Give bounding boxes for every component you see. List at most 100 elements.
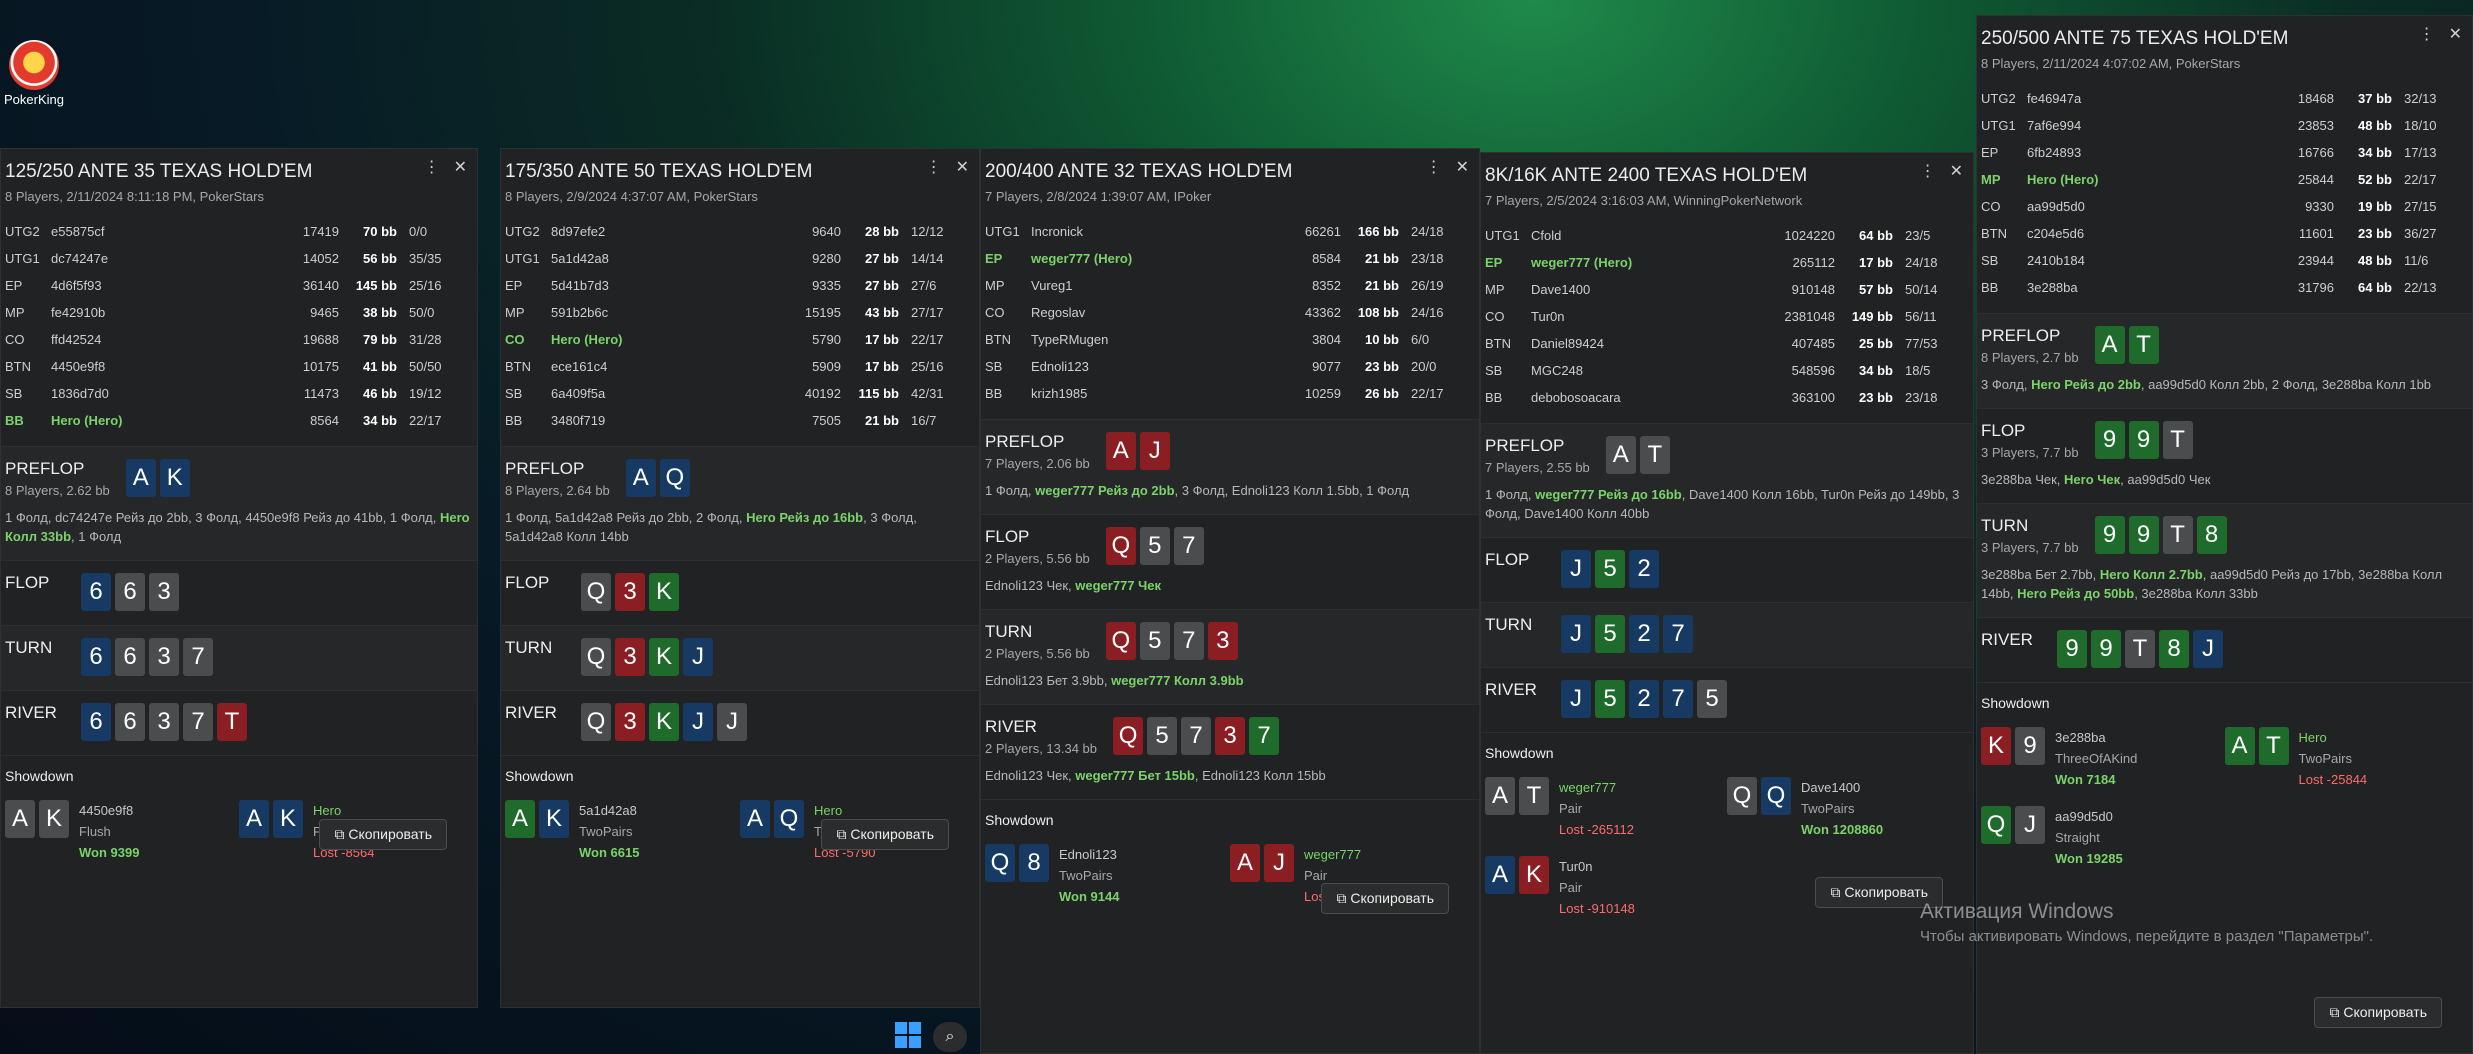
playing-card: A (1485, 777, 1515, 815)
copy-button[interactable]: ⧉ Скопировать (1321, 883, 1449, 914)
player-stack: 5909 (812, 359, 841, 374)
playing-card: K (1981, 727, 2011, 765)
player-name: 4450e9f8 (51, 359, 106, 374)
player-vpip-pfr: 23/5 (1905, 228, 1931, 243)
street-header: FLOP 2 Players, 5.56 bb Q 5 7 (985, 527, 1475, 566)
player-stack-bb: 25 bb (1859, 336, 1893, 351)
copy-button[interactable]: ⧉ Скопировать (319, 819, 447, 850)
close-icon[interactable]: ✕ (956, 157, 969, 177)
desktop-icon-pokerking[interactable]: PokerKing (0, 40, 68, 107)
street-actions: 3e288ba Чек, Hero Чек, aa99d5d0 Чек (1981, 470, 2468, 489)
showdown-hand: TwoPairs (1801, 801, 1855, 816)
showdown-entry: A K 5a1d42a8 TwoPairs Won 6615 (505, 800, 740, 863)
player-stack: 31796 (2297, 280, 2334, 295)
more-menu-icon[interactable]: ⋮ (1426, 157, 1442, 177)
player-stack: 10175 (302, 359, 339, 374)
street-label-block: RIVER 2 Players, 13.34 bb (985, 717, 1097, 756)
hand-history-panel: ⋮ ✕ 125/250 ANTE 35 TEXAS HOLD'EM 8 Players… (0, 148, 478, 1008)
player-vpip-pfr: 22/17 (409, 413, 442, 428)
playing-card: 3 (1215, 717, 1246, 755)
street-header: TURN J 5 2 7 (1485, 615, 1969, 653)
player-name: 2410b184 (2027, 253, 2085, 268)
street-cards: Q3KJ (581, 638, 713, 676)
street-preflop: PREFLOP 7 Players, 2.55 bb A T 1 Фолд, weger… (1481, 423, 1973, 537)
showdown-hand: Flush (79, 824, 111, 839)
activation-title: Активация Windows (1920, 900, 2114, 923)
close-icon[interactable]: ✕ (1456, 157, 1469, 177)
table-title: 8K/16K ANTE 2400 TEXAS HOLD'EM (1485, 165, 1808, 186)
player-row: UTG1 Cfold 1024220 64 bb 23/5 (1485, 222, 1951, 249)
more-menu-icon[interactable]: ⋮ (424, 157, 440, 177)
street-info: 3 Players, 7.7 bb (1981, 540, 2079, 555)
table-subtitle: 8 Players, 2/11/2024 4:07:02 AM, PokerSt… (1981, 56, 2241, 71)
player-position: EP (985, 251, 1003, 266)
hero-action: Hero Рейз до 50bb (2017, 586, 2135, 601)
player-name: 6a409f5a (551, 386, 606, 401)
player-stack: 11473 (303, 386, 339, 401)
player-vpip-pfr: 26/19 (1411, 278, 1444, 293)
close-icon[interactable]: ✕ (1950, 161, 1963, 181)
showdown-player: Ednoli123 (1059, 847, 1117, 862)
player-position: UTG1 (1485, 228, 1520, 243)
playing-card: Q (1113, 717, 1144, 755)
player-vpip-pfr: 0/0 (409, 224, 428, 239)
playing-card: 9 (2128, 516, 2159, 554)
playing-card: T (2162, 516, 2193, 554)
street-name: FLOP (5, 573, 50, 592)
player-name: fe46947a (2027, 91, 2082, 106)
playing-card: K (649, 573, 679, 611)
players-table: UTG2 e55875cf 17419 70 bb 0/0 UTG1 dc74247e 140… (5, 218, 455, 434)
street-actions: 1 Фолд, weger777 Рейз до 2bb, 3 Фолд, Ed… (985, 481, 1475, 500)
search-icon[interactable]: ⌕ (933, 1022, 967, 1052)
player-stack-bb: 17 bb (865, 332, 899, 347)
player-vpip-pfr: 16/7 (911, 413, 937, 428)
more-menu-icon[interactable]: ⋮ (926, 157, 942, 177)
windows-start-icon[interactable] (895, 1022, 921, 1048)
player-stack: 11601 (2298, 226, 2334, 241)
player-position: BB (505, 413, 523, 428)
player-position: BB (985, 386, 1003, 401)
player-name: 5a1d42a8 (551, 251, 609, 266)
action-text: 3e288ba Бет 2.7bb, (1981, 567, 2100, 582)
playing-card: T (1639, 436, 1670, 474)
playing-card: 5 (1147, 717, 1178, 755)
showdown-entry: Q 8 Ednoli123 TwoPairs Won 9144 (985, 844, 1230, 907)
player-stack-bb: 27 bb (865, 278, 899, 293)
player-row: BB 3e288ba 31796 64 bb 22/13 (1981, 274, 2450, 301)
playing-card: T (2162, 421, 2193, 459)
street-name: PREFLOP (1981, 326, 2061, 345)
player-stack: 9330 (2305, 199, 2334, 214)
window-controls: ⋮ ✕ (1920, 161, 1963, 181)
action-text: 1 Фолд, (985, 483, 1036, 498)
player-position: UTG2 (5, 224, 40, 239)
street-info: 2 Players, 5.56 bb (985, 646, 1090, 661)
more-menu-icon[interactable]: ⋮ (1920, 161, 1936, 181)
street-header: PREFLOP 8 Players, 2.7 bb A T (1981, 326, 2468, 365)
street-label-block: TURN 3 Players, 7.7 bb (1981, 516, 2079, 555)
player-stack: 2381048 (1784, 309, 1835, 324)
playing-card: 6 (115, 638, 145, 676)
copy-button[interactable]: ⧉ Скопировать (821, 819, 949, 850)
player-stack: 9077 (1312, 359, 1341, 374)
player-position: BTN (1981, 226, 2007, 241)
player-vpip-pfr: 12/12 (911, 224, 944, 239)
hero-action: weger777 Бет 15bb (1075, 768, 1195, 783)
player-row: SB MGC248 548596 34 bb 18/5 (1485, 357, 1951, 384)
street-actions: 1 Фолд, weger777 Рейз до 16bb, Dave1400 … (1485, 485, 1969, 523)
close-icon[interactable]: ✕ (454, 157, 467, 177)
close-icon[interactable]: ✕ (2449, 24, 2462, 44)
player-stack-bb: 34 bb (2358, 145, 2392, 160)
more-menu-icon[interactable]: ⋮ (2419, 24, 2435, 44)
copy-button[interactable]: ⧉ Скопировать (2314, 997, 2442, 1028)
street-label-block: TURN 2 Players, 5.56 bb (985, 622, 1090, 661)
showdown-meta: 3e288ba ThreeOfAKind Won 7184 (2055, 727, 2137, 790)
player-vpip-pfr: 23/18 (1411, 251, 1444, 266)
player-position: CO (5, 332, 25, 347)
playing-card: 7 (183, 638, 213, 676)
player-stack-bb: 52 bb (2358, 172, 2392, 187)
playing-card: 7 (1249, 717, 1280, 755)
player-row: EP weger777 (Hero) 8584 21 bb 23/18 (985, 245, 1457, 272)
player-vpip-pfr: 22/13 (2404, 280, 2437, 295)
player-name: dc74247e (51, 251, 109, 266)
window-controls: ⋮ ✕ (926, 157, 969, 177)
